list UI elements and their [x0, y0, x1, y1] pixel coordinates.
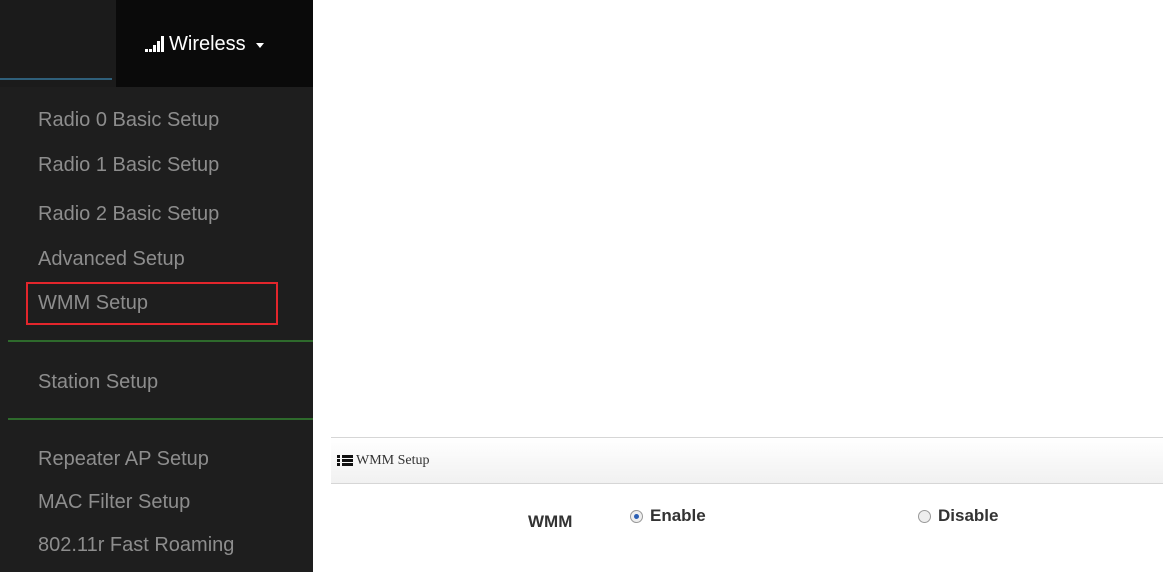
list-icon	[337, 455, 353, 466]
navbar-tab-underline	[0, 78, 112, 80]
radio-unchecked-icon[interactable]	[918, 509, 931, 523]
menu-item-wmm-setup[interactable]: WMM Setup	[38, 290, 148, 316]
menu-item-radio2-basic-setup[interactable]: Radio 2 Basic Setup	[38, 201, 219, 227]
wmm-disable-radio[interactable]: Disable	[918, 506, 998, 526]
menu-item-mac-filter-setup[interactable]: MAC Filter Setup	[38, 489, 190, 515]
menu-item-radio1-basic-setup[interactable]: Radio 1 Basic Setup	[38, 152, 219, 178]
menu-divider	[8, 418, 313, 420]
wmm-enable-radio[interactable]: Enable	[630, 506, 706, 526]
navbar-previous-tab[interactable]	[0, 0, 116, 87]
wireless-menu-label: Wireless	[169, 32, 246, 55]
wmm-field-label: WMM	[528, 512, 573, 531]
radio-checked-icon[interactable]	[630, 509, 643, 523]
menu-item-repeater-ap-setup[interactable]: Repeater AP Setup	[38, 446, 209, 472]
menu-item-advanced-setup[interactable]: Advanced Setup	[38, 246, 185, 272]
menu-item-80211r-fast-roaming[interactable]: 802.11r Fast Roaming	[38, 532, 234, 558]
wireless-nav-panel: Wireless Radio 0 Basic Setup Radio 1 Bas…	[0, 0, 313, 572]
wmm-enable-label: Enable	[650, 506, 706, 525]
caret-down-icon	[255, 43, 264, 48]
top-navbar: Wireless	[0, 0, 313, 87]
signal-bars-icon	[145, 36, 165, 52]
wmm-setup-panel: WMM Setup WMM Enable Disable	[331, 437, 1163, 572]
wmm-disable-label: Disable	[938, 506, 999, 525]
wireless-dropdown-toggle[interactable]: Wireless	[145, 28, 264, 60]
wmm-panel-header: WMM Setup	[331, 437, 1163, 484]
menu-divider	[8, 340, 313, 342]
wmm-panel-title: WMM Setup	[356, 452, 430, 468]
menu-item-station-setup[interactable]: Station Setup	[38, 369, 158, 395]
menu-item-radio0-basic-setup[interactable]: Radio 0 Basic Setup	[38, 107, 219, 133]
